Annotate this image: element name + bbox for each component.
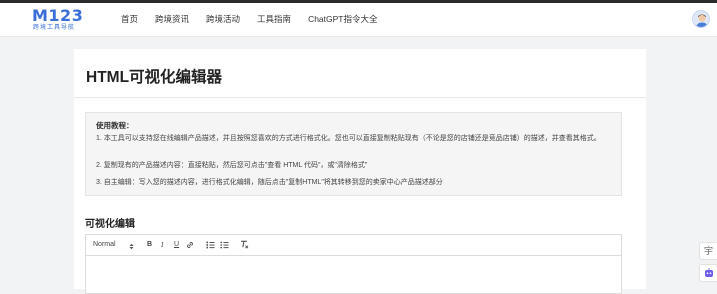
editor-toolbar: Normal B I U <box>86 235 621 256</box>
format-select[interactable]: Normal <box>93 240 116 250</box>
side-tool-glyph: 宇 <box>703 246 713 256</box>
nav-item-chatgpt[interactable]: ChatGPT指令大全 <box>308 13 377 25</box>
ordered-list-icon[interactable] <box>206 241 215 249</box>
select-arrows-icon <box>129 243 134 250</box>
avatar-icon <box>696 14 708 27</box>
underline-button[interactable]: U <box>174 240 179 250</box>
floating-side-tools: 宇 <box>699 242 717 284</box>
title-divider <box>74 97 646 98</box>
italic-button[interactable]: I <box>161 240 163 250</box>
bold-button[interactable]: B <box>147 240 152 250</box>
logo-mark: M123 <box>32 6 84 25</box>
tutorial-step-2: 2. 复制现有的产品描述内容：直接粘贴，然后您可点击"查看 HTML 代码"，或… <box>96 162 368 169</box>
logo-subtitle: 跨境工具导航 <box>33 25 76 31</box>
tutorial-step-1: 1. 本工具可以支持您在线编辑产品描述，并且按照您喜欢的方式进行格式化。您也可以… <box>96 135 601 142</box>
site-header: M123 跨境工具导航 首页 跨境资讯 跨境活动 工具指南 ChatGPT指令大… <box>0 3 717 37</box>
side-tool-button[interactable]: 宇 <box>699 242 717 260</box>
nav-item-guides[interactable]: 工具指南 <box>257 13 291 25</box>
visual-editor-heading: 可视化编辑 <box>85 219 135 230</box>
clear-format-icon[interactable] <box>240 240 249 249</box>
nav-item-news[interactable]: 跨境资讯 <box>155 13 189 25</box>
robot-icon <box>704 268 713 277</box>
user-avatar[interactable] <box>692 10 710 28</box>
tutorial-step-3: 3. 自主编辑：写入您的描述内容，进行格式化编辑，随后点击"复制HTML"将其转… <box>96 179 443 186</box>
nav-item-home[interactable]: 首页 <box>121 13 138 25</box>
tutorial-box: 使用教程： 1. 本工具可以支持您在线编辑产品描述，并且按照您喜欢的方式进行格式… <box>85 112 622 196</box>
tutorial-title: 使用教程： <box>96 121 134 130</box>
side-robot-button[interactable] <box>699 264 717 282</box>
editor-page-card: HTML可视化编辑器 使用教程： 1. 本工具可以支持您在线编辑产品描述，并且按… <box>74 49 646 294</box>
nav-item-events[interactable]: 跨境活动 <box>206 13 240 25</box>
bullet-list-icon[interactable] <box>220 241 229 249</box>
main-nav: 首页 跨境资讯 跨境活动 工具指南 ChatGPT指令大全 <box>121 13 395 25</box>
format-select-value: Normal <box>93 241 116 248</box>
link-icon[interactable] <box>186 241 194 249</box>
rich-text-editor: Normal B I U <box>85 234 622 294</box>
page-title: HTML可视化编辑器 <box>86 69 223 86</box>
site-logo[interactable]: M123 跨境工具导航 <box>32 6 84 33</box>
